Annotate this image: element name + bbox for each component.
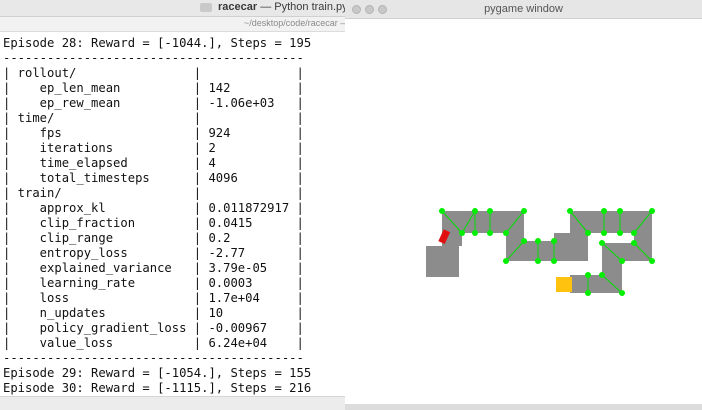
track-segment <box>554 233 588 261</box>
terminal-line: | ep_len_mean | 142 | <box>3 81 304 95</box>
checkpoint-dot <box>617 208 623 214</box>
terminal-tab-path[interactable]: ~/desktop/code/racecar — Python train <box>244 18 346 28</box>
goal-marker <box>556 277 572 292</box>
checkpoint-dot <box>521 238 527 244</box>
checkpoint-dot <box>472 230 478 236</box>
checkpoint-dot <box>619 258 625 264</box>
pygame-bottom-edge <box>345 404 702 410</box>
terminal-line: | policy_gradient_loss | -0.00967 | <box>3 321 304 335</box>
start-area <box>426 246 459 277</box>
checkpoint-dot <box>551 238 557 244</box>
terminal-line: Episode 30: Reward = [-1115.], Steps = 2… <box>3 381 312 395</box>
terminal-line: ----------------------------------------… <box>3 351 304 365</box>
checkpoint-dot <box>601 208 607 214</box>
terminal-line: | n_updates | 10 | <box>3 306 304 320</box>
terminal-line: | time_elapsed | 4 | <box>3 156 304 170</box>
terminal-titlebar[interactable]: racecar — Python train.py — 8 <box>0 0 346 17</box>
terminal-status-bar <box>0 396 346 410</box>
checkpoint-dot <box>567 208 573 214</box>
checkpoint-dot <box>585 230 591 236</box>
checkpoint-dot <box>649 208 655 214</box>
checkpoint-dot <box>535 238 541 244</box>
terminal-line: | entropy_loss | -2.77 | <box>3 246 304 260</box>
terminal-line: | approx_kl | 0.011872917 | <box>3 201 304 215</box>
checkpoint-dot <box>551 258 557 264</box>
checkpoint-dot <box>472 208 478 214</box>
pygame-titlebar[interactable]: pygame window <box>345 0 702 19</box>
terminal-title-app: racecar <box>218 1 258 13</box>
terminal-line: | time/ | | <box>3 111 304 125</box>
checkpoint-dot <box>631 230 637 236</box>
terminal-window[interactable]: racecar — Python train.py — 8 ~/desktop/… <box>0 0 346 410</box>
terminal-line: | clip_fraction | 0.0415 | <box>3 216 304 230</box>
checkpoint-dot <box>649 258 655 264</box>
terminal-line: ----------------------------------------… <box>3 51 304 65</box>
checkpoint-dot <box>585 290 591 296</box>
terminal-output[interactable]: Episode 28: Reward = [-1044.], Steps = 1… <box>3 36 346 410</box>
terminal-line: | fps | 924 | <box>3 126 304 140</box>
checkpoint-dot <box>599 272 605 278</box>
checkpoint-dot <box>503 258 509 264</box>
terminal-line: | value_loss | 6.24e+04 | <box>3 336 304 350</box>
terminal-line: | loss | 1.7e+04 | <box>3 291 304 305</box>
terminal-line: | clip_range | 0.2 | <box>3 231 304 245</box>
checkpoint-dot <box>487 208 493 214</box>
checkpoint-dot <box>521 208 527 214</box>
checkpoint-dot <box>439 208 445 214</box>
terminal-line: | learning_rate | 0.0003 | <box>3 276 304 290</box>
checkpoint-dot <box>459 230 465 236</box>
game-canvas[interactable] <box>345 19 702 404</box>
folder-icon <box>200 3 212 12</box>
checkpoint-dot <box>619 290 625 296</box>
checkpoint-dot <box>487 230 493 236</box>
checkpoint-dot <box>535 258 541 264</box>
terminal-line: | train/ | | <box>3 186 304 200</box>
terminal-tab-bar[interactable]: ~/desktop/code/racecar — Python train <box>0 17 346 32</box>
checkpoint-dot <box>631 240 637 246</box>
terminal-line: Episode 29: Reward = [-1054.], Steps = 1… <box>3 366 312 380</box>
terminal-line: | explained_variance | 3.79e-05 | <box>3 261 304 275</box>
checkpoint-dot <box>601 230 607 236</box>
terminal-title-rest: — Python train.py — 8 <box>260 1 346 13</box>
terminal-line: | rollout/ | | <box>3 66 304 80</box>
checkpoint-dot <box>617 230 623 236</box>
track-segment <box>570 275 622 293</box>
terminal-line: | total_timesteps | 4096 | <box>3 171 304 185</box>
track-view <box>426 208 655 296</box>
checkpoint-dot <box>503 230 509 236</box>
checkpoint-dot <box>599 240 605 246</box>
terminal-line: | iterations | 2 | <box>3 141 304 155</box>
terminal-title: racecar — Python train.py — 8 <box>218 1 346 13</box>
pygame-window[interactable]: pygame window <box>345 0 702 410</box>
checkpoint-dot <box>585 272 591 278</box>
terminal-line: | ep_rew_mean | -1.06e+03 | <box>3 96 304 110</box>
pygame-title: pygame window <box>484 3 563 15</box>
terminal-line: Episode 28: Reward = [-1044.], Steps = 1… <box>3 36 312 50</box>
